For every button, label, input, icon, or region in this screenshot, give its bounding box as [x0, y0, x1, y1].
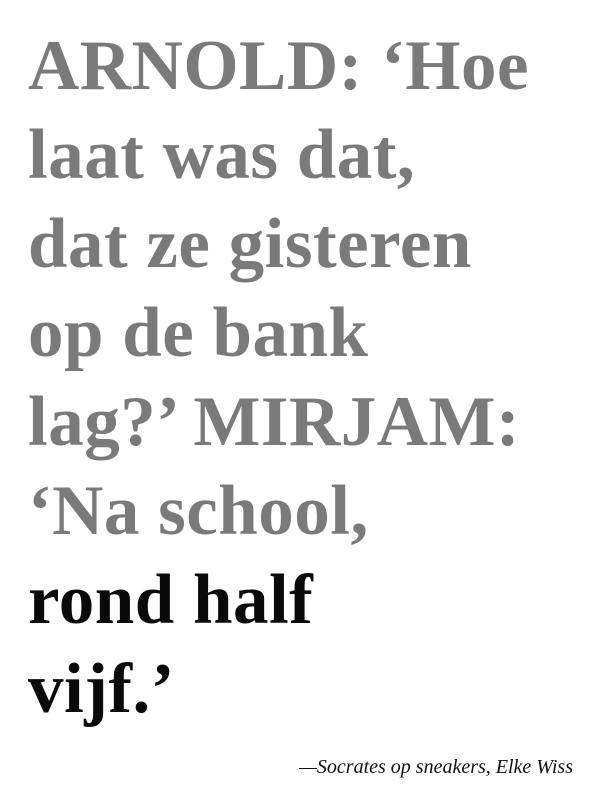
quote-line: op de bank — [28, 294, 369, 372]
quote-line: ARNOLD: ‘Hoe — [28, 27, 529, 105]
quote-card: ARNOLD: ‘Hoe laat was dat, dat ze gister… — [0, 0, 600, 800]
quote-line-emphasis: rond half — [28, 561, 314, 639]
quote-line: ‘Na school, — [28, 472, 369, 550]
attribution: —Socrates op sneakers, Elke Wiss — [299, 756, 573, 778]
quote-text: ARNOLD: ‘Hoe laat was dat, dat ze gister… — [28, 22, 529, 734]
quote-line: dat ze gisteren — [28, 205, 472, 283]
quote-line: lag?’ MIRJAM: — [28, 383, 521, 461]
quote-line: laat was dat, — [28, 116, 416, 194]
quote-line-emphasis: vijf.’ — [28, 650, 175, 728]
